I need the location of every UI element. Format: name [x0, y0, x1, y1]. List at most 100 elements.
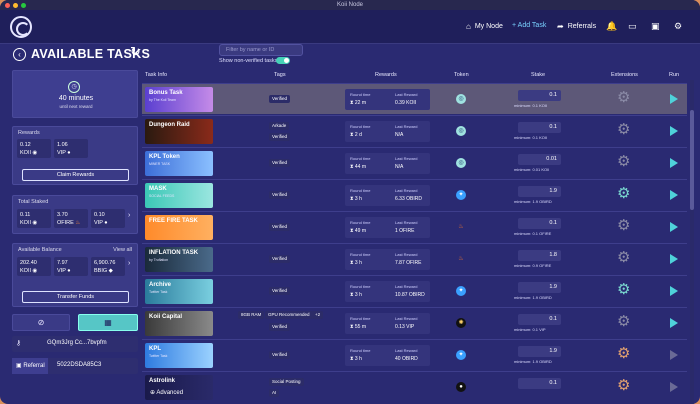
- extension-gear-icon[interactable]: ⚙: [617, 218, 630, 234]
- task-thumbnail[interactable]: Koii Capital: [145, 311, 213, 336]
- stake-input[interactable]: 1.9: [518, 282, 561, 293]
- run-play-button[interactable]: [670, 158, 678, 168]
- nav-add-task[interactable]: + Add Task: [512, 22, 546, 29]
- task-thumbnail[interactable]: Dungeon Raid: [145, 119, 213, 144]
- table-row[interactable]: Dungeon Raid Arkade Verified Round time ⧗ …: [142, 115, 687, 146]
- key-field[interactable]: ⚷ GQm3Jrg Cc...7bvpfm: [12, 336, 138, 352]
- bell-icon[interactable]: 🔔: [606, 21, 617, 32]
- table-row[interactable]: Archive Twitter Task Verified Round time…: [142, 275, 687, 306]
- tag-badge: Verified: [269, 159, 291, 167]
- stake-input[interactable]: 1.8: [518, 250, 561, 261]
- wallet-icon[interactable]: ▣: [651, 21, 660, 32]
- extension-gear-icon[interactable]: ⚙: [617, 186, 630, 202]
- table-row[interactable]: Bonus Task by The Koii Team Verified Rou…: [142, 83, 687, 114]
- table-row[interactable]: INFLATION TASK by Truflation Verified Ro…: [142, 243, 687, 274]
- last-reward: 0.39 KOII: [395, 100, 417, 106]
- qr-icon[interactable]: ▦: [78, 314, 138, 331]
- stake-input[interactable]: 0.1: [518, 378, 561, 389]
- stake-input[interactable]: 1.9: [518, 186, 561, 197]
- maximize-window-button[interactable]: [21, 3, 26, 8]
- stake-input[interactable]: 1.9: [518, 346, 561, 357]
- tag-badge: GPU Recommended: [265, 311, 313, 319]
- run-play-button[interactable]: [670, 190, 678, 200]
- scrollbar[interactable]: [690, 80, 694, 404]
- table-row[interactable]: FREE FIRE TASK Verified Round time ⧗ 49 m…: [142, 211, 687, 242]
- rewards-cell: Round time ⧗ 2 d Last Reward N/A: [345, 121, 430, 142]
- table-row[interactable]: Astrolink Social Posting AI ● 0.1 ⚙: [142, 371, 687, 402]
- task-thumbnail[interactable]: FREE FIRE TASK: [145, 215, 213, 240]
- eye-off-icon[interactable]: ⊘: [12, 314, 70, 331]
- task-name: KPL Token: [149, 154, 180, 160]
- table-header: Task Info Tags Rewards Token Stake Exten…: [142, 70, 687, 80]
- table-row[interactable]: KPL Token MINER TASK Verified Round time…: [142, 147, 687, 178]
- run-play-button[interactable]: [670, 126, 678, 136]
- chat-icon[interactable]: ▭: [628, 21, 637, 32]
- transfer-funds-button[interactable]: Transfer Funds: [22, 291, 129, 303]
- balance-bbig: 6,900.76 BBIG ◆: [91, 257, 125, 276]
- refresh-icon[interactable]: ↻: [130, 44, 141, 60]
- staked-more-button[interactable]: ›: [128, 212, 130, 219]
- run-play-button[interactable]: [670, 350, 678, 360]
- extension-gear-icon[interactable]: ⚙: [617, 250, 630, 266]
- nav-my-node[interactable]: ⌂ My Node: [466, 22, 503, 31]
- run-play-button[interactable]: [670, 254, 678, 264]
- key-value: GQm3Jrg Cc...7bvpfm: [47, 340, 107, 346]
- stake-minimum: minimum: 1.9 OBIRD: [514, 295, 552, 300]
- balance-more-button[interactable]: ›: [128, 260, 130, 267]
- task-thumbnail[interactable]: MASK SOCIAL FEEDS: [145, 183, 213, 208]
- task-thumbnail[interactable]: Bonus Task by The Koii Team: [145, 87, 213, 112]
- extension-gear-icon[interactable]: ⚙: [617, 90, 630, 106]
- task-thumbnail[interactable]: INFLATION TASK by Truflation: [145, 247, 213, 272]
- tag-badge: Social Posting: [269, 378, 304, 386]
- task-thumbnail[interactable]: KPL Twitter Task: [145, 343, 213, 368]
- task-thumbnail[interactable]: Archive Twitter Task: [145, 279, 213, 304]
- advanced-toggle[interactable]: ⊕ Advanced: [150, 389, 183, 396]
- table-row[interactable]: MASK SOCIAL FEEDS Verified Round time ⧗ 3…: [142, 179, 687, 210]
- task-name: Astrolink: [149, 378, 176, 384]
- round-time: ⧗ 3 h: [350, 196, 362, 202]
- extension-gear-icon[interactable]: ⚙: [617, 346, 630, 362]
- search-input[interactable]: Filter by name or ID: [219, 44, 303, 56]
- share-icon: ➦: [557, 22, 564, 31]
- extension-gear-icon[interactable]: ⚙: [617, 122, 630, 138]
- close-window-button[interactable]: [5, 3, 10, 8]
- gear-icon[interactable]: ⚙: [674, 21, 682, 32]
- key-icon: ⚷: [16, 340, 22, 347]
- run-play-button[interactable]: [670, 382, 678, 392]
- extension-gear-icon[interactable]: ⚙: [617, 378, 630, 394]
- nav-referrals[interactable]: ➦ Referrals: [557, 22, 596, 31]
- stake-input[interactable]: 0.1: [518, 314, 561, 325]
- run-play-button[interactable]: [670, 94, 678, 104]
- rewards-cell: Round time ⧗ 3 h Last Reward 6.33 OBIRD: [345, 185, 430, 206]
- back-button[interactable]: ‹: [13, 48, 26, 61]
- stake-input[interactable]: 0.1: [518, 218, 561, 229]
- claim-rewards-button[interactable]: Claim Rewards: [22, 169, 129, 181]
- view-all-link[interactable]: View all: [113, 247, 132, 253]
- stake-input[interactable]: 0.1: [518, 122, 561, 133]
- extension-gear-icon[interactable]: ⚙: [617, 314, 630, 330]
- app-window: Koii Node ⌂ My Node + Add Task ➦ Referrals…: [0, 0, 700, 404]
- referral-field[interactable]: ▣ Referral 5022DSDA85C3: [12, 358, 138, 374]
- stake-input[interactable]: 0.01: [518, 154, 561, 165]
- table-row[interactable]: KPL Twitter Task Verified Round time ⧗ 3 …: [142, 339, 687, 370]
- koii-token-icon: ◎: [456, 158, 466, 168]
- tag-badge: Verified: [269, 323, 291, 331]
- task-thumbnail[interactable]: Astrolink: [145, 375, 213, 400]
- koii-token-icon: ◉: [32, 150, 38, 156]
- staked-koii: 0.11 KOII ◉: [17, 209, 51, 228]
- run-play-button[interactable]: [670, 318, 678, 328]
- extension-gear-icon[interactable]: ⚙: [617, 282, 630, 298]
- run-play-button[interactable]: [670, 286, 678, 296]
- non-verified-toggle[interactable]: [276, 57, 290, 64]
- minimize-window-button[interactable]: [13, 3, 18, 8]
- page-header: ‹ AVAILABLE TASKS ↻: [0, 44, 700, 68]
- extension-gear-icon[interactable]: ⚙: [617, 154, 630, 170]
- table-row[interactable]: Koii Capital 8GB RAM GPU Recommended +2 Ver…: [142, 307, 687, 338]
- col-extensions: Extensions: [611, 72, 638, 78]
- tag-badge: Verified: [269, 255, 291, 263]
- rewards-cell: Round time ⧗ 44 m Last Reward N/A: [345, 153, 430, 174]
- task-thumbnail[interactable]: KPL Token MINER TASK: [145, 151, 213, 176]
- task-name: FREE FIRE TASK: [149, 218, 198, 224]
- run-play-button[interactable]: [670, 222, 678, 232]
- stake-input[interactable]: 0.1: [518, 90, 561, 101]
